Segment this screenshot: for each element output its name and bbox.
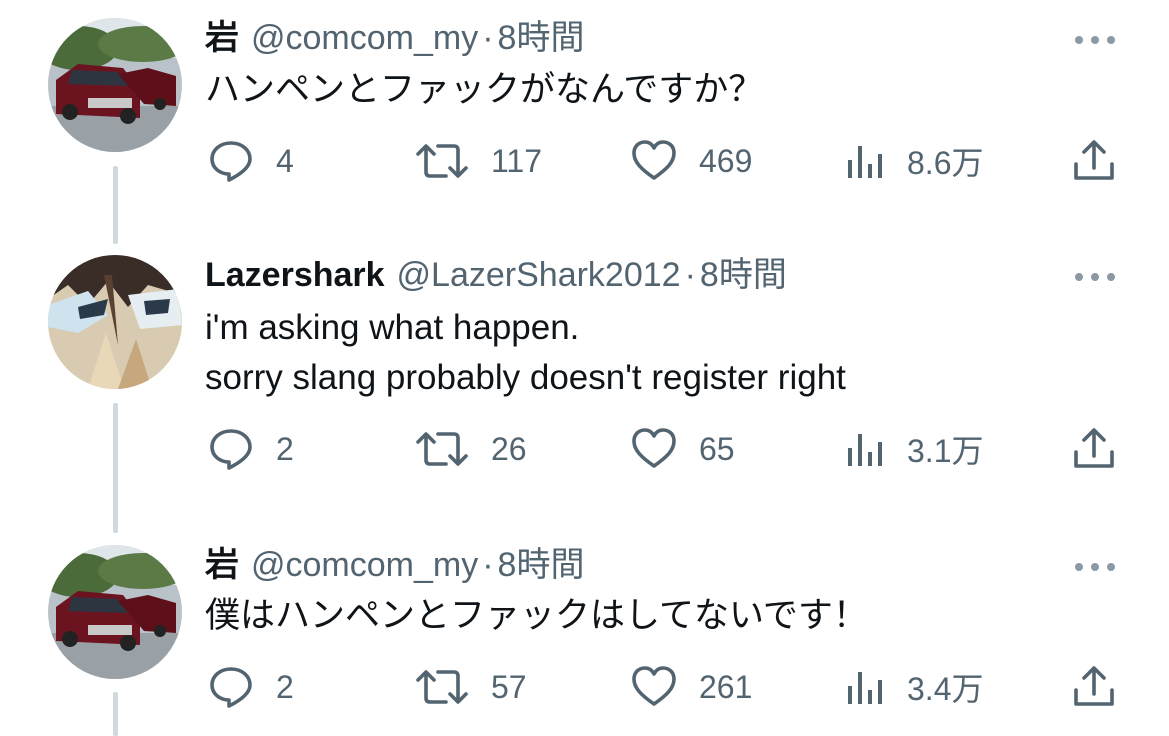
retweet-count: 26 [491, 430, 527, 467]
more-icon[interactable] [1075, 563, 1117, 573]
reply-icon [210, 141, 252, 182]
like-button[interactable]: 469 [631, 131, 752, 191]
retweet-button[interactable]: 57 [415, 657, 527, 717]
tweet-text: 僕はハンペンとファックはしてないです！ [205, 596, 868, 635]
views-icon [848, 146, 882, 178]
views-count: 3.4万 [907, 671, 984, 707]
more-icon[interactable] [1075, 36, 1117, 46]
separator-dot: · [482, 546, 494, 584]
timestamp[interactable]: 8時間 [700, 256, 787, 294]
more-icon[interactable] [1075, 273, 1117, 283]
heart-icon [632, 428, 676, 468]
tweet-text: i'm asking what happen. sorry slang prob… [205, 308, 846, 397]
separator-dot: · [482, 19, 494, 57]
share-icon [1074, 428, 1114, 468]
views-button[interactable]: 8.6万 [845, 131, 984, 191]
anime-avatar-image [48, 255, 182, 389]
like-button[interactable]: 65 [631, 419, 735, 479]
display-name[interactable]: 岩 [205, 19, 239, 57]
like-count: 261 [699, 668, 753, 705]
retweet-icon [416, 144, 468, 178]
share-button[interactable] [1072, 657, 1116, 717]
reply-count: 2 [276, 430, 294, 467]
views-icon [848, 434, 882, 466]
reply-count: 4 [276, 142, 294, 179]
like-count: 469 [699, 142, 753, 179]
views-button[interactable]: 3.4万 [845, 657, 984, 717]
like-button[interactable]: 261 [631, 657, 752, 717]
user-handle[interactable]: @LazerShark2012 [397, 256, 681, 294]
tweet-header: 岩 @comcom_my · 8時間 [205, 545, 584, 585]
reply-button[interactable]: 2 [208, 657, 294, 717]
reply-count: 2 [276, 668, 294, 705]
retweet-button[interactable]: 117 [415, 131, 542, 191]
views-icon [848, 672, 882, 704]
retweet-button[interactable]: 26 [415, 419, 527, 479]
tweet-text: ハンペンとファックがなんですか？ [205, 70, 764, 109]
action-bar: 2 57 261 3.4万 [0, 657, 1169, 717]
separator-dot: · [684, 256, 696, 294]
share-icon [1074, 666, 1114, 706]
views-count: 8.6万 [907, 145, 984, 181]
heart-icon [632, 140, 676, 180]
retweet-count: 57 [491, 668, 527, 705]
reply-icon [210, 429, 252, 470]
views-count: 3.1万 [907, 433, 984, 469]
display-name[interactable]: 岩 [205, 546, 239, 584]
share-button[interactable] [1072, 419, 1116, 479]
user-handle[interactable]: @comcom_my [251, 19, 478, 57]
retweet-icon [416, 670, 468, 704]
action-bar: 4 117 469 8.6万 [0, 131, 1169, 191]
reply-icon [210, 667, 252, 708]
heart-icon [632, 666, 676, 706]
tweet-header: 岩 @comcom_my · 8時間 [205, 18, 584, 58]
retweet-icon [416, 432, 468, 466]
reply-button[interactable]: 4 [208, 131, 294, 191]
retweet-count: 117 [491, 142, 543, 179]
action-bar: 2 26 65 3.1万 [0, 419, 1169, 479]
timestamp[interactable]: 8時間 [498, 546, 585, 584]
display-name[interactable]: Lazershark [205, 256, 385, 294]
timestamp[interactable]: 8時間 [498, 19, 585, 57]
avatar[interactable] [48, 255, 182, 389]
like-count: 65 [699, 430, 735, 467]
tweet-header: Lazershark @LazerShark2012 · 8時間 [205, 255, 787, 295]
reply-button[interactable]: 2 [208, 419, 294, 479]
share-button[interactable] [1072, 131, 1116, 191]
user-handle[interactable]: @comcom_my [251, 546, 478, 584]
views-button[interactable]: 3.1万 [845, 419, 984, 479]
share-icon [1074, 140, 1114, 180]
